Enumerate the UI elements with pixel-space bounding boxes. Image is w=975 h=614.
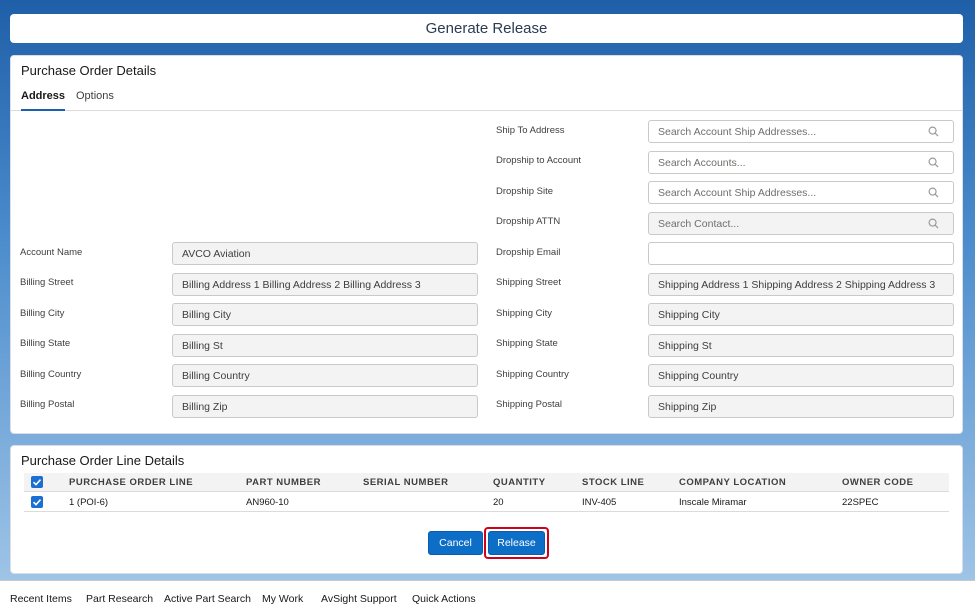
account-name-value: AVCO Aviation <box>182 247 251 260</box>
utility-my-work[interactable]: My Work <box>262 593 303 605</box>
col-stock-line[interactable]: STOCK LINE <box>582 477 644 488</box>
cell-owner-code: 22SPEC <box>842 497 879 508</box>
billing-country-label: Billing Country <box>20 369 82 380</box>
shipping-country-value: Shipping Country <box>658 369 739 382</box>
billing-state-label: Billing State <box>20 338 71 349</box>
row-select-checkbox[interactable] <box>31 496 43 508</box>
po-details-tabs: Address Options <box>11 86 962 111</box>
shipping-postal-label: Shipping Postal <box>496 399 563 410</box>
shipping-postal-value: Shipping Zip <box>658 400 717 413</box>
cell-part-number: AN960-10 <box>246 497 289 508</box>
modal-header: Generate Release <box>10 14 963 43</box>
dropship-account-label: Dropship to Account <box>496 155 582 166</box>
billing-country-field[interactable]: Billing Country <box>172 364 478 387</box>
shipping-state-field[interactable]: Shipping St <box>648 334 954 357</box>
shipping-city-value: Shipping City <box>658 308 720 321</box>
col-owner-code[interactable]: OWNER CODE <box>842 477 914 488</box>
col-part-number[interactable]: PART NUMBER <box>246 477 321 488</box>
search-icon <box>928 126 939 137</box>
dropship-email-label: Dropship Email <box>496 247 561 258</box>
billing-country-value: Billing Country <box>182 369 250 382</box>
billing-street-value: Billing Address 1 Billing Address 2 Bill… <box>182 278 421 291</box>
utility-active-part-search[interactable]: Active Part Search <box>164 593 251 605</box>
dropship-attn-placeholder: Search Contact... <box>658 217 740 230</box>
cell-quantity: 20 <box>493 497 504 508</box>
billing-city-value: Billing City <box>182 308 232 321</box>
cell-po-line: 1 (POI-6) <box>69 497 109 508</box>
billing-city-label: Billing City <box>20 308 65 319</box>
ship-to-address-placeholder: Search Account Ship Addresses... <box>658 125 817 138</box>
dropship-attn-input[interactable]: Search Contact... <box>648 212 954 235</box>
purchase-order-details-card: Purchase Order Details Address Options S… <box>10 55 963 434</box>
cell-stock-line: INV-405 <box>582 497 617 508</box>
modal-title: Generate Release <box>425 20 548 37</box>
billing-postal-value: Billing Zip <box>182 400 228 413</box>
shipping-country-label: Shipping Country <box>496 369 569 380</box>
checkmark-icon <box>32 479 42 486</box>
cancel-button[interactable]: Cancel <box>428 531 483 555</box>
shipping-street-label: Shipping Street <box>496 277 561 288</box>
dropship-account-input[interactable]: Search Accounts... <box>648 151 954 174</box>
ship-to-address-input[interactable]: Search Account Ship Addresses... <box>648 120 954 143</box>
search-icon <box>928 218 939 229</box>
billing-city-field[interactable]: Billing City <box>172 303 478 326</box>
search-icon <box>928 157 939 168</box>
col-purchase-order-line[interactable]: PURCHASE ORDER LINE <box>69 477 193 488</box>
billing-street-field[interactable]: Billing Address 1 Billing Address 2 Bill… <box>172 273 478 296</box>
utility-quick-actions[interactable]: Quick Actions <box>412 593 476 605</box>
dropship-email-input[interactable] <box>648 242 954 265</box>
account-name-field[interactable]: AVCO Aviation <box>172 242 478 265</box>
utility-part-research[interactable]: Part Research <box>86 593 153 605</box>
cell-company-location: Inscale Miramar <box>679 497 747 508</box>
search-icon <box>928 187 939 198</box>
table-row[interactable]: 1 (POI-6) AN960-10 20 INV-405 Inscale Mi… <box>24 493 949 512</box>
shipping-street-value: Shipping Address 1 Shipping Address 2 Sh… <box>658 278 936 291</box>
ship-to-address-label: Ship To Address <box>496 125 565 136</box>
shipping-state-label: Shipping State <box>496 338 558 349</box>
po-details-title: Purchase Order Details <box>21 63 157 78</box>
dropship-site-placeholder: Search Account Ship Addresses... <box>658 186 817 199</box>
table-header: PURCHASE ORDER LINE PART NUMBER SERIAL N… <box>24 473 949 492</box>
shipping-country-field[interactable]: Shipping Country <box>648 364 954 387</box>
col-quantity[interactable]: QUANTITY <box>493 477 546 488</box>
tab-address[interactable]: Address <box>21 90 66 111</box>
tab-options[interactable]: Options <box>76 90 114 109</box>
dropship-attn-label: Dropship ATTN <box>496 216 561 227</box>
col-company-location[interactable]: COMPANY LOCATION <box>679 477 786 488</box>
billing-street-label: Billing Street <box>20 277 74 288</box>
checkmark-icon <box>32 499 42 506</box>
utility-bar: Recent Items Part Research Active Part S… <box>0 580 975 614</box>
shipping-postal-field[interactable]: Shipping Zip <box>648 395 954 418</box>
shipping-city-field[interactable]: Shipping City <box>648 303 954 326</box>
shipping-city-label: Shipping City <box>496 308 552 319</box>
dropship-site-input[interactable]: Search Account Ship Addresses... <box>648 181 954 204</box>
account-name-label: Account Name <box>20 247 83 258</box>
shipping-state-value: Shipping St <box>658 339 712 352</box>
select-all-checkbox[interactable] <box>31 476 43 488</box>
billing-state-value: Billing St <box>182 339 223 352</box>
billing-postal-field[interactable]: Billing Zip <box>172 395 478 418</box>
col-serial-number[interactable]: SERIAL NUMBER <box>363 477 449 488</box>
shipping-street-field[interactable]: Shipping Address 1 Shipping Address 2 Sh… <box>648 273 954 296</box>
billing-postal-label: Billing Postal <box>20 399 75 410</box>
utility-recent-items[interactable]: Recent Items <box>10 593 72 605</box>
dropship-site-label: Dropship Site <box>496 186 554 197</box>
billing-state-field[interactable]: Billing St <box>172 334 478 357</box>
utility-avsight-support[interactable]: AvSight Support <box>321 593 397 605</box>
dropship-account-placeholder: Search Accounts... <box>658 156 746 169</box>
line-details-title: Purchase Order Line Details <box>21 453 185 468</box>
release-button[interactable]: Release <box>488 531 545 555</box>
